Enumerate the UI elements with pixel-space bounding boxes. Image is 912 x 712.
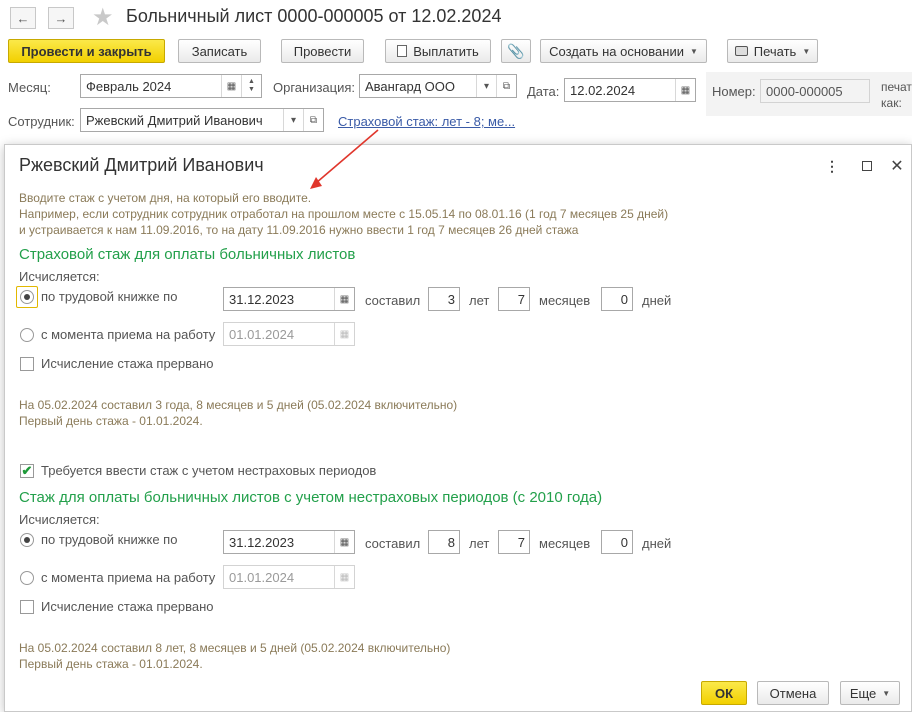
arrow-line: [315, 129, 379, 184]
annotation-arrow: [310, 129, 379, 189]
